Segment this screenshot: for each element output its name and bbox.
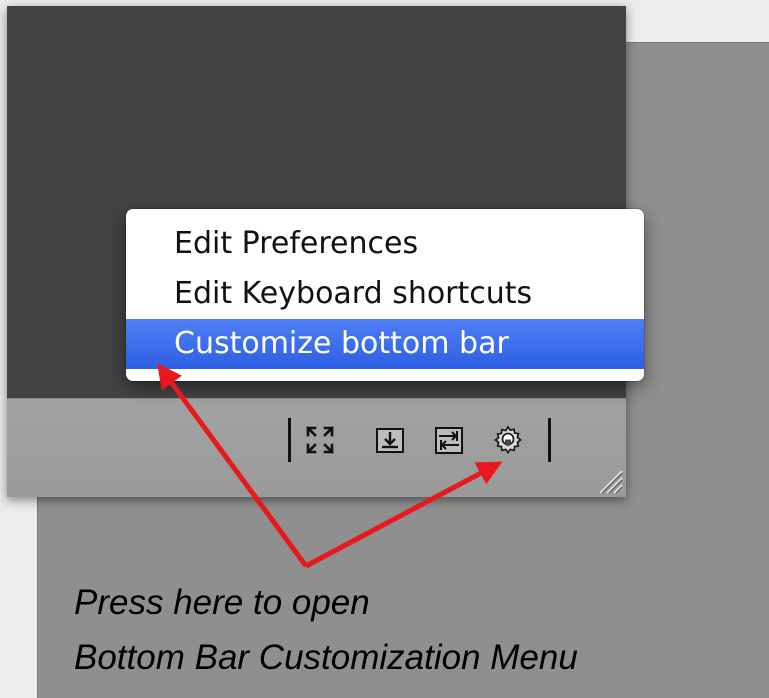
menu-item-edit-keyboard-shortcuts[interactable]: Edit Keyboard shortcuts (126, 269, 644, 319)
bar-separator-left (288, 418, 291, 462)
settings-button[interactable] (492, 424, 524, 456)
swap-icon (435, 427, 463, 454)
resize-grip-icon[interactable] (594, 465, 624, 495)
menu-item-customize-bottom-bar[interactable]: Customize bottom bar (126, 319, 644, 369)
bar-separator-right (548, 418, 551, 462)
download-button[interactable] (374, 424, 406, 456)
swap-button[interactable] (433, 424, 465, 456)
fullscreen-icon (306, 426, 334, 454)
annotation-caption-line2: Bottom Bar Customization Menu (74, 638, 578, 677)
annotation-caption-line1: Press here to open (74, 583, 370, 622)
fullscreen-button[interactable] (304, 424, 336, 456)
download-icon (376, 428, 404, 453)
menu-item-edit-preferences[interactable]: Edit Preferences (126, 219, 644, 269)
context-menu: Edit Preferences Edit Keyboard shortcuts… (126, 209, 644, 381)
gear-icon (493, 425, 522, 455)
bottom-bar (7, 398, 626, 497)
